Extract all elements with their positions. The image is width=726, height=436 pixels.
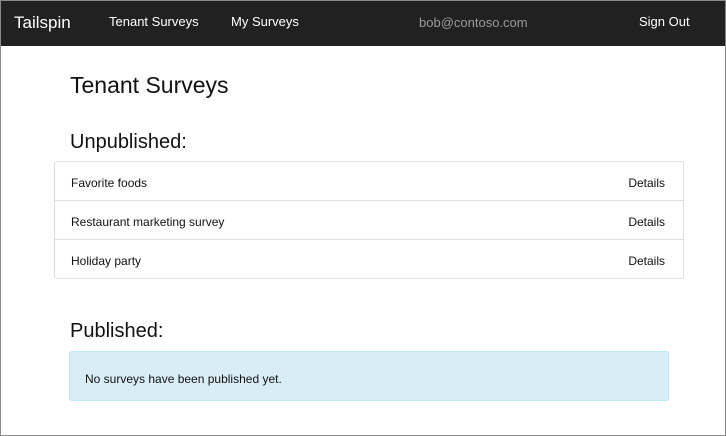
published-heading: Published:: [70, 320, 164, 342]
unpublished-heading: Unpublished:: [70, 131, 187, 153]
survey-name: Restaurant marketing survey: [71, 215, 225, 229]
user-email: bob@contoso.com: [419, 15, 528, 30]
nav-my-surveys-link[interactable]: My Surveys: [231, 14, 299, 29]
browser-frame: Tailspin Tenant Surveys My Surveys bob@c…: [0, 0, 726, 436]
details-link[interactable]: Details: [628, 254, 665, 268]
survey-row: Holiday party Details: [55, 239, 683, 278]
top-navbar: Tailspin Tenant Surveys My Surveys bob@c…: [1, 1, 725, 46]
survey-name: Favorite foods: [71, 176, 148, 190]
survey-row: Restaurant marketing survey Details: [55, 200, 683, 239]
details-link[interactable]: Details: [628, 215, 665, 229]
sign-out-link[interactable]: Sign Out: [639, 14, 690, 29]
no-published-surveys-alert: No surveys have been published yet.: [69, 351, 669, 401]
page-title: Tenant Surveys: [70, 72, 229, 98]
survey-row: Favorite foods Details: [55, 162, 683, 200]
brand-link[interactable]: Tailspin: [14, 13, 71, 33]
survey-name: Holiday party: [71, 254, 142, 268]
details-link[interactable]: Details: [628, 176, 665, 190]
unpublished-survey-list: Favorite foods Details Restaurant market…: [54, 161, 684, 279]
empty-message: No surveys have been published yet.: [85, 372, 282, 386]
nav-tenant-surveys-link[interactable]: Tenant Surveys: [109, 14, 199, 29]
